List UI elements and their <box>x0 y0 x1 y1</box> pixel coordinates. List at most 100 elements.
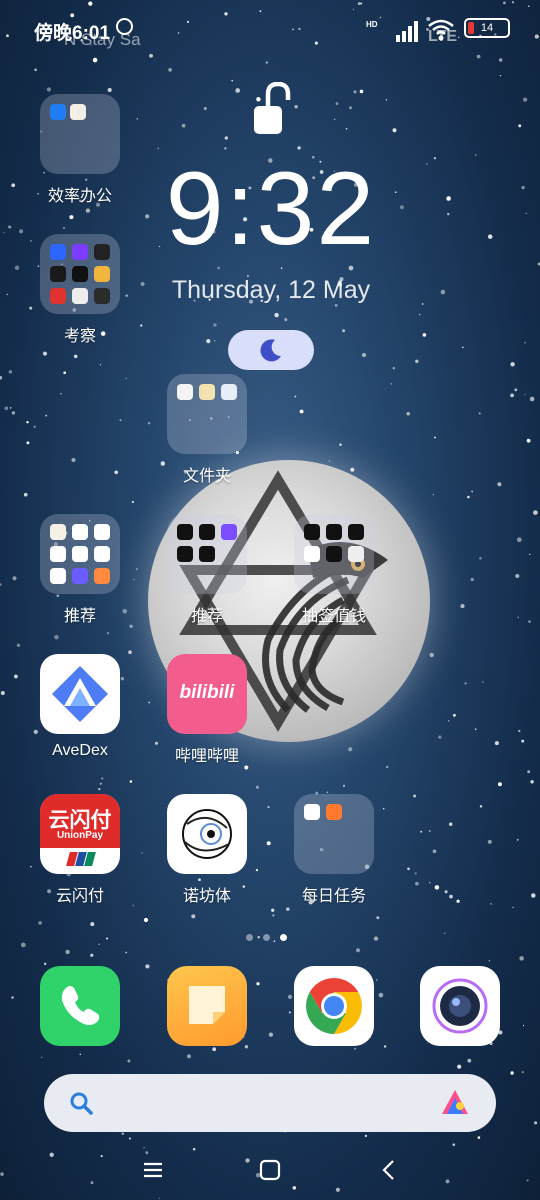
page-dot-active <box>280 934 287 941</box>
app-mini-icon <box>50 104 66 120</box>
lockscreen-date: Thursday, 12 May <box>171 276 371 304</box>
star <box>460 604 465 609</box>
star <box>421 303 424 305</box>
search-icon <box>70 1092 93 1115</box>
app-mini-icon <box>177 524 193 540</box>
star <box>121 1132 125 1136</box>
app-mini-icon <box>50 546 66 562</box>
page-dot <box>263 934 270 941</box>
star <box>478 412 481 415</box>
do-not-disturb-toggle[interactable] <box>228 330 314 370</box>
star <box>272 914 275 917</box>
star <box>415 359 419 363</box>
star <box>449 894 453 899</box>
folder-lottery[interactable]: 抽签值钱 <box>284 514 384 626</box>
folder-tile <box>167 514 247 594</box>
star <box>34 68 37 72</box>
page-indicator[interactable] <box>246 934 287 941</box>
star <box>168 68 172 72</box>
star <box>299 409 304 414</box>
star <box>364 1134 368 1138</box>
star <box>46 87 52 92</box>
app-mini-icon <box>50 266 66 282</box>
star <box>132 904 135 907</box>
app-nuofang[interactable]: 诺坊体 <box>157 794 257 906</box>
star <box>8 370 13 374</box>
menu-icon[interactable] <box>138 1156 168 1184</box>
search-bar[interactable] <box>44 1074 496 1132</box>
app-unionpay[interactable]: 云闪付 UnionPay 云闪付 <box>30 794 130 906</box>
dock-camera[interactable] <box>410 966 510 1046</box>
star <box>157 147 160 150</box>
home-icon[interactable] <box>255 1156 285 1184</box>
star <box>265 61 268 64</box>
star <box>415 881 419 886</box>
app-mini-icon <box>199 524 215 540</box>
star <box>79 1053 82 1056</box>
app-mini-icon <box>326 804 342 820</box>
star <box>60 393 62 395</box>
dock-phone[interactable] <box>30 966 130 1046</box>
star <box>446 196 451 201</box>
star <box>11 411 16 415</box>
star <box>274 312 279 318</box>
star <box>128 1137 131 1140</box>
star <box>448 822 453 826</box>
star <box>354 1047 357 1050</box>
star <box>136 568 138 570</box>
folder-daily[interactable]: 每日任务 <box>284 794 384 906</box>
star <box>413 794 417 798</box>
star <box>26 441 30 445</box>
folder-recommend-2[interactable]: 推荐 <box>157 514 257 626</box>
folder-label: 推荐 <box>190 608 223 625</box>
folder-inspect[interactable]: 考察 <box>30 234 130 346</box>
star <box>14 674 18 679</box>
star <box>127 1059 131 1063</box>
star <box>129 780 133 783</box>
folder-files[interactable]: 文件夹 <box>157 374 257 486</box>
star <box>529 553 531 556</box>
star <box>516 537 522 543</box>
folder-efficiency[interactable]: 效率办公 <box>30 94 130 206</box>
app-mini-icon <box>221 384 237 400</box>
star <box>440 289 446 295</box>
star <box>266 841 271 846</box>
star <box>516 838 519 841</box>
star <box>494 741 499 746</box>
battery-level: 14 <box>480 22 494 34</box>
star <box>490 903 492 905</box>
star <box>125 377 128 380</box>
app-mini-icon <box>70 104 86 120</box>
star <box>214 340 216 342</box>
star <box>136 118 138 120</box>
folder-recommend-1[interactable]: 推荐 <box>30 514 130 626</box>
app-mini-icon <box>326 524 342 540</box>
star <box>488 960 491 962</box>
ai-assistant-icon[interactable] <box>438 1086 472 1120</box>
star <box>65 949 70 955</box>
app-mini-icon <box>50 288 66 304</box>
dock-chrome[interactable] <box>284 966 384 1046</box>
star <box>114 470 119 475</box>
back-icon[interactable] <box>374 1156 404 1184</box>
app-bilibili[interactable]: bilibili 哔哩哔哩 <box>157 654 257 766</box>
star <box>510 362 515 367</box>
star <box>487 234 493 239</box>
star <box>326 791 329 794</box>
folder-label: 效率办公 <box>47 188 112 205</box>
star <box>376 916 380 920</box>
app-avedex[interactable]: AveDex <box>30 654 130 760</box>
star <box>530 780 534 784</box>
app-mini-icon <box>72 568 88 584</box>
app-mini-icon <box>304 524 320 540</box>
star <box>406 411 410 416</box>
dock-notes[interactable] <box>157 966 257 1046</box>
star <box>145 964 150 969</box>
app-mini-icon <box>72 546 88 562</box>
star <box>422 333 427 337</box>
star <box>255 785 259 789</box>
unlock-icon[interactable] <box>252 82 292 136</box>
app-mini-icon <box>94 244 110 260</box>
star <box>515 573 520 579</box>
bilibili-logo-text: bilibili <box>179 682 235 703</box>
